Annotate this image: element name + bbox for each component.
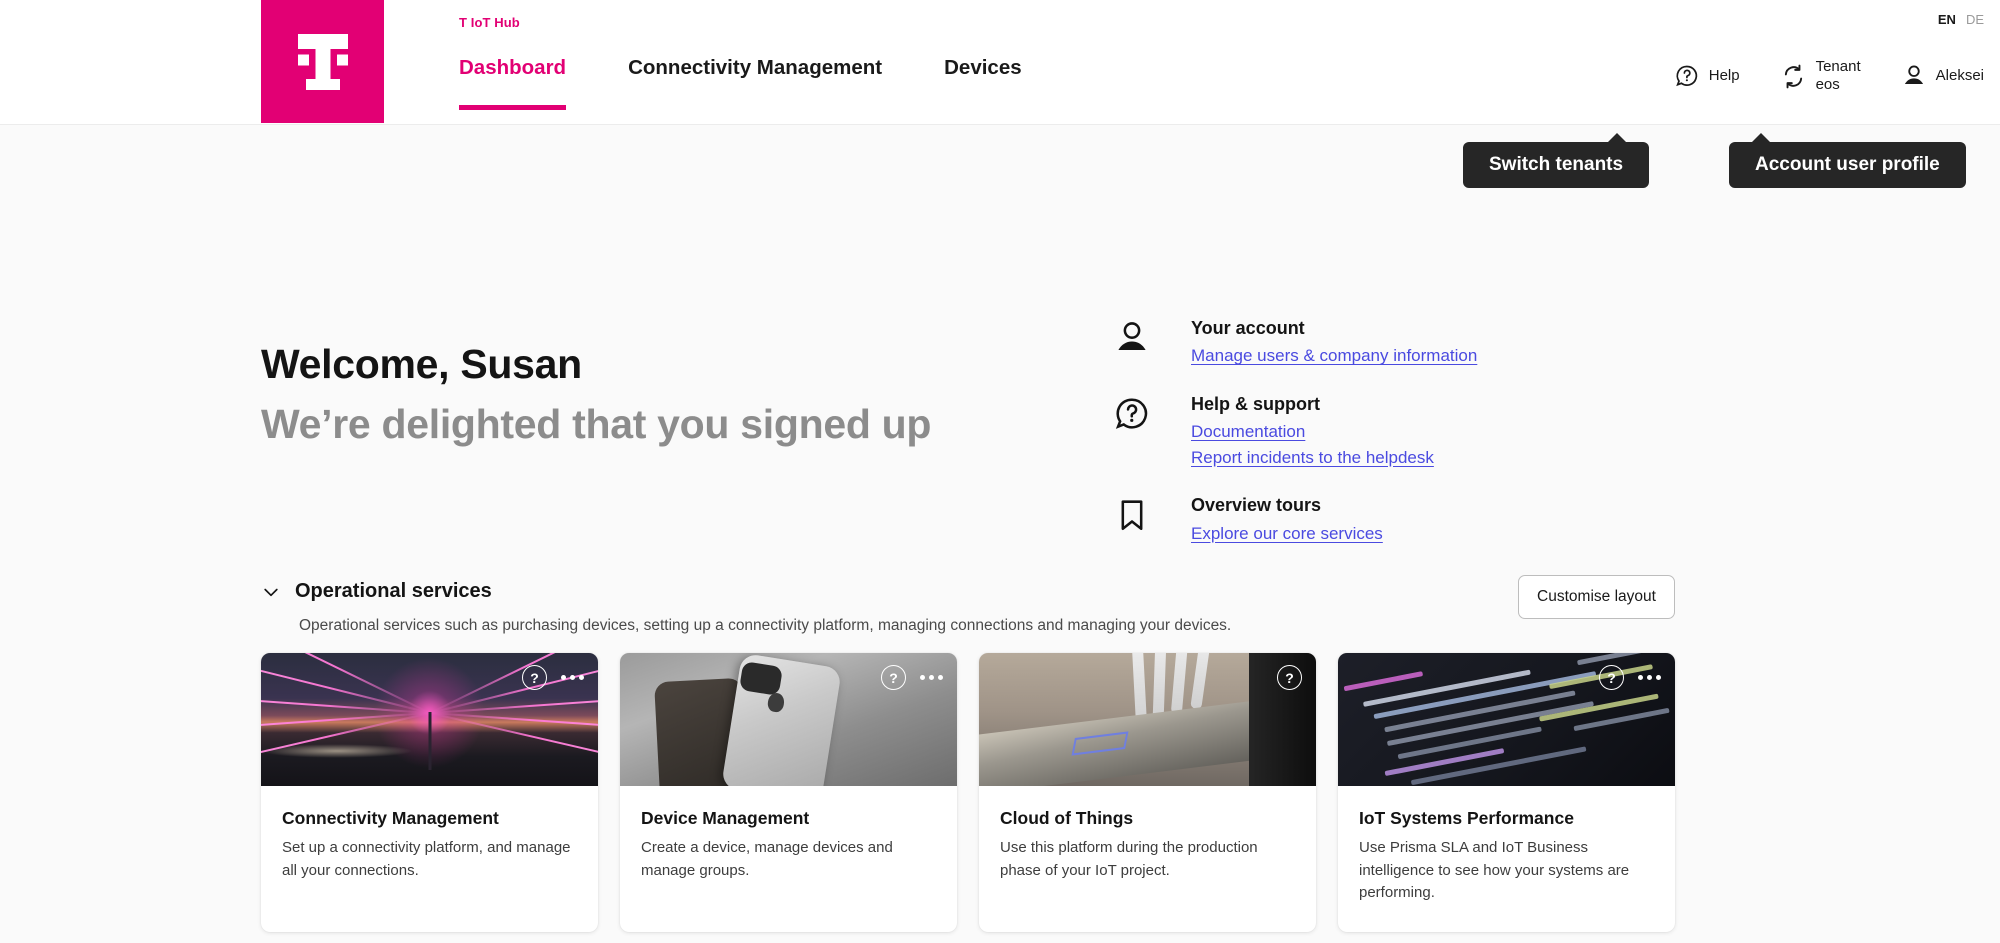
account-user-profile-button[interactable]: Aleksei xyxy=(1901,63,1984,89)
customise-layout-button[interactable]: Customise layout xyxy=(1518,575,1675,619)
operational-services-section-toggle[interactable]: Operational services xyxy=(261,580,492,603)
link-manage-users[interactable]: Manage users & company information xyxy=(1191,343,1477,369)
tenant-label: Tenant xyxy=(1815,58,1861,75)
brand-label: T IoT Hub xyxy=(459,15,520,30)
page-subtitle: We’re delighted that you signed up xyxy=(261,400,932,447)
link-explore-core-services[interactable]: Explore our core services xyxy=(1191,521,1383,547)
quick-link-body: Your account Manage users & company info… xyxy=(1191,317,1477,369)
card-more-menu-icon[interactable] xyxy=(920,670,943,685)
card-badges: ? xyxy=(522,665,584,690)
card-image-patch-panel xyxy=(979,653,1316,786)
quick-links-list: Your account Manage users & company info… xyxy=(1113,317,1477,546)
card-media: ? xyxy=(261,653,598,786)
user-icon xyxy=(1113,317,1155,362)
quick-link-title: Overview tours xyxy=(1191,495,1322,516)
nav-item-devices[interactable]: Devices xyxy=(944,56,1022,110)
card-help-icon[interactable]: ? xyxy=(522,665,547,690)
card-media: ? xyxy=(1338,653,1675,786)
quick-link-body: Overview tours Explore our core services xyxy=(1191,494,1383,546)
tooltip-switch-tenants: Switch tenants xyxy=(1463,133,1650,188)
card-badges: ? xyxy=(881,665,943,690)
card-badges: ? xyxy=(1277,665,1302,690)
user-icon xyxy=(1904,65,1923,85)
switch-arrows-icon xyxy=(1784,64,1802,89)
nav-item-dashboard[interactable]: Dashboard xyxy=(459,56,567,110)
card-body: IoT Systems Performance Use Prisma SLA a… xyxy=(1338,786,1675,932)
service-card-iot-systems-performance[interactable]: ? IoT Systems Performance Use Prisma SLA… xyxy=(1338,653,1675,932)
question-bubble-icon xyxy=(1675,65,1697,87)
quick-link-help-support: Help & support Documentation Report inci… xyxy=(1113,393,1477,470)
section-description: Operational services such as purchasing … xyxy=(299,617,1232,634)
page-title: Welcome, Susan xyxy=(261,341,582,387)
nav-item-connectivity-management[interactable]: Connectivity Management xyxy=(628,56,882,110)
quick-link-title: Help & support xyxy=(1191,393,1320,414)
logo-t-glyph xyxy=(297,33,348,90)
question-bubble-icon xyxy=(1113,393,1155,438)
card-body: Connectivity Management Set up a connect… xyxy=(261,786,598,909)
bookmark-icon xyxy=(1113,494,1155,539)
quick-link-body: Help & support Documentation Report inci… xyxy=(1191,393,1434,470)
language-selector: EN DE xyxy=(1938,12,1984,27)
service-card-connectivity-management[interactable]: ? Connectivity Management Set up a conne… xyxy=(261,653,598,932)
card-help-icon[interactable]: ? xyxy=(1277,665,1302,690)
service-card-grid: ? Connectivity Management Set up a conne… xyxy=(261,653,1675,932)
quick-link-links: Explore our core services xyxy=(1191,521,1383,547)
tenant-value: eos xyxy=(1815,76,1840,94)
main-nav: Dashboard Connectivity Management Device… xyxy=(459,56,1022,110)
quick-link-overview-tours: Overview tours Explore our core services xyxy=(1113,494,1477,546)
quick-link-title: Your account xyxy=(1191,318,1305,338)
card-body: Device Management Create a device, manag… xyxy=(620,786,957,909)
card-title: Connectivity Management xyxy=(282,808,499,828)
card-title: Device Management xyxy=(641,808,810,828)
card-description: Use Prisma SLA and IoT Business intellig… xyxy=(1359,839,1630,901)
card-description: Set up a connectivity platform, and mana… xyxy=(282,839,571,879)
card-media: ? xyxy=(979,653,1316,786)
quick-link-links: Manage users & company information xyxy=(1191,343,1477,369)
service-card-device-management[interactable]: ? Device Management Create a device, man… xyxy=(620,653,957,932)
language-de[interactable]: DE xyxy=(1966,12,1984,27)
card-media: ? xyxy=(620,653,957,786)
link-report-incidents[interactable]: Report incidents to the helpdesk xyxy=(1191,445,1434,471)
card-help-icon[interactable]: ? xyxy=(881,665,906,690)
card-help-icon[interactable]: ? xyxy=(1599,665,1624,690)
card-description: Create a device, manage devices and mana… xyxy=(641,839,893,879)
card-title: Cloud of Things xyxy=(1000,808,1134,828)
card-body: Cloud of Things Use this platform during… xyxy=(979,786,1316,909)
card-title: IoT Systems Performance xyxy=(1359,808,1574,828)
section-title: Operational services xyxy=(295,580,492,602)
language-en[interactable]: EN xyxy=(1938,12,1956,27)
link-documentation[interactable]: Documentation xyxy=(1191,419,1305,445)
card-more-menu-icon[interactable] xyxy=(561,670,584,685)
tenant-label-block: Tenant eos xyxy=(1816,58,1861,95)
help-button[interactable]: Help xyxy=(1674,63,1740,89)
card-more-menu-icon[interactable] xyxy=(1638,670,1661,685)
quick-link-links: Documentation Report incidents to the he… xyxy=(1191,419,1434,470)
tooltip-account-user-profile: Account user profile xyxy=(1729,133,1966,188)
user-name: Aleksei xyxy=(1935,67,1984,85)
header-actions: Help Tenant eos Aleksei xyxy=(1674,58,1984,95)
switch-tenants-button[interactable]: Tenant eos xyxy=(1780,58,1861,95)
welcome-block: Welcome, Susan We’re delighted that you … xyxy=(261,341,931,448)
card-badges: ? xyxy=(1599,665,1661,690)
card-description: Use this platform during the production … xyxy=(1000,839,1258,879)
chevron-down-icon xyxy=(264,588,278,596)
help-label: Help xyxy=(1708,67,1740,85)
quick-link-your-account: Your account Manage users & company info… xyxy=(1113,317,1477,369)
app-header: T IoT Hub Dashboard Connectivity Managem… xyxy=(0,0,2000,125)
service-card-cloud-of-things[interactable]: ? Cloud of Things Use this platform duri… xyxy=(979,653,1316,932)
t-mobile-logo[interactable] xyxy=(261,0,384,123)
